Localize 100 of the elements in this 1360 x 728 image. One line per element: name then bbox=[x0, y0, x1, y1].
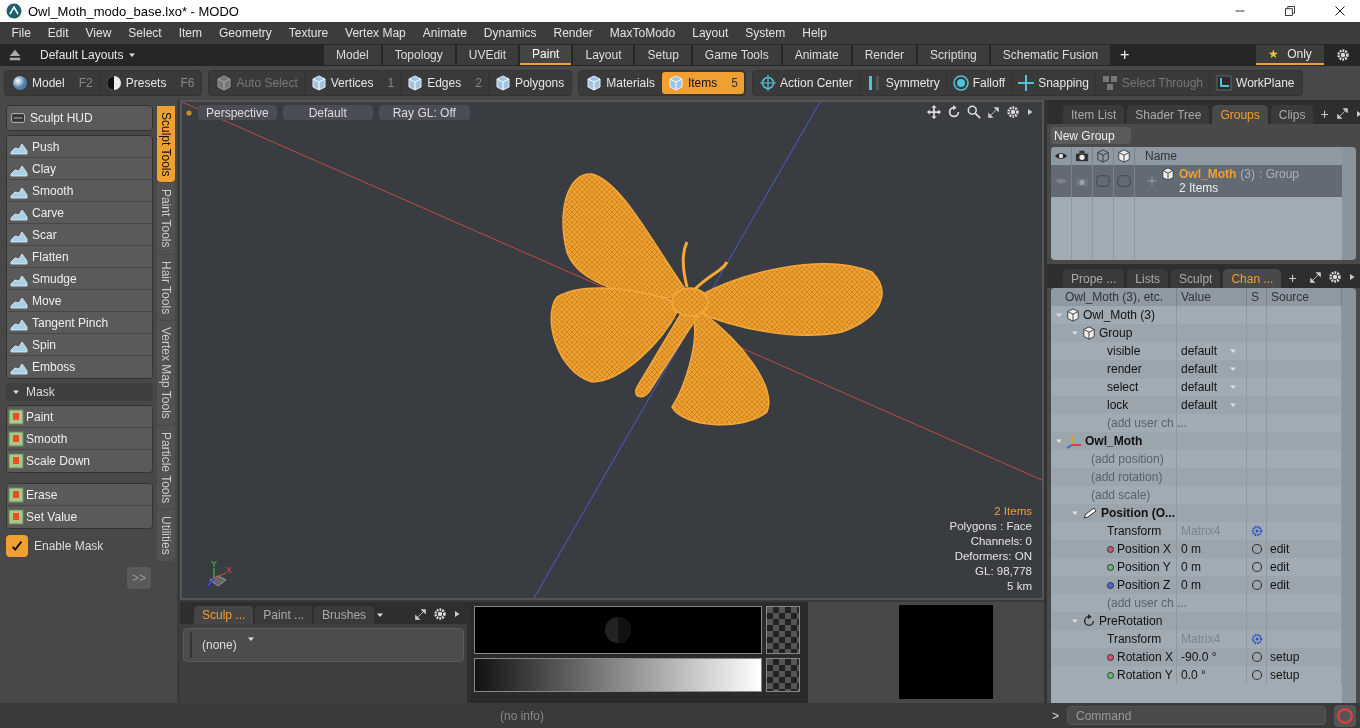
sculpt-tool-button[interactable]: Push bbox=[7, 136, 152, 158]
menu-item[interactable]: Help bbox=[793, 26, 836, 40]
panel-tab[interactable]: Paint ... bbox=[255, 606, 313, 624]
viewport-option-button[interactable]: Perspective bbox=[198, 105, 277, 120]
expand-toggle-icon[interactable] bbox=[1055, 311, 1063, 319]
mask-tool-button[interactable]: Smooth bbox=[7, 428, 152, 450]
menu-item[interactable]: View bbox=[77, 26, 120, 40]
menu-item[interactable]: Edit bbox=[39, 26, 78, 40]
toolbar-button[interactable]: Symmetry bbox=[859, 72, 947, 94]
menu-item[interactable]: MaxToModo bbox=[601, 26, 684, 40]
mask-section-header[interactable]: Mask bbox=[6, 383, 153, 401]
maximize-icon bbox=[414, 607, 427, 621]
layout-tab[interactable]: Setup bbox=[635, 45, 691, 65]
caret-icon bbox=[376, 611, 385, 619]
layout-tab[interactable]: Topology bbox=[382, 45, 455, 65]
toolbar-button[interactable]: Action Center bbox=[753, 72, 860, 94]
toolbar-button[interactable]: Falloff bbox=[946, 72, 1013, 94]
menu-item[interactable]: Item bbox=[170, 26, 211, 40]
tool-tab[interactable]: Sculpt Tools bbox=[157, 106, 175, 183]
layout-tab[interactable]: Schematic Fusion bbox=[990, 45, 1111, 65]
panel-tab[interactable]: Shader Tree bbox=[1127, 105, 1210, 124]
layouts-dropdown[interactable]: Default Layouts bbox=[40, 48, 137, 62]
mask-tool-button[interactable]: Paint bbox=[7, 406, 152, 428]
panel-tab[interactable]: Clips bbox=[1270, 105, 1314, 124]
toolbar-button[interactable]: Items 5 bbox=[661, 72, 744, 94]
sculpt-hud-button[interactable]: Sculpt HUD bbox=[7, 106, 152, 130]
menu-item[interactable]: File bbox=[3, 26, 40, 40]
command-field[interactable]: Command bbox=[1067, 706, 1326, 725]
column-header[interactable]: Source bbox=[1271, 290, 1310, 304]
layout-tab[interactable]: Layout bbox=[573, 45, 634, 65]
column-header[interactable]: S bbox=[1251, 290, 1259, 304]
column-header[interactable]: Name bbox=[1145, 149, 1177, 163]
tool-tab[interactable]: Hair Tools bbox=[157, 254, 175, 321]
viewport-option-button[interactable]: Default bbox=[282, 105, 373, 120]
menu-item[interactable]: Select bbox=[119, 26, 171, 40]
layout-tab[interactable]: Animate bbox=[782, 45, 851, 65]
layout-tab[interactable]: Game Tools bbox=[692, 45, 781, 65]
add-layout-button[interactable]: + bbox=[1112, 46, 1138, 64]
panel-tab[interactable]: Lists bbox=[1127, 269, 1169, 288]
expand-toggle-icon[interactable] bbox=[1071, 617, 1079, 625]
toolbar-button[interactable]: Edges 2 bbox=[401, 72, 489, 94]
toolbar-button[interactable]: Model F2 bbox=[6, 72, 100, 94]
menu-item[interactable]: Dynamics bbox=[475, 26, 545, 40]
scrollbar[interactable] bbox=[1342, 147, 1356, 260]
scrollbar[interactable] bbox=[1342, 288, 1356, 703]
channel-name: Position Y bbox=[1117, 560, 1171, 574]
search-icon bbox=[967, 105, 981, 119]
half-circle-icon bbox=[105, 75, 122, 91]
tool-tab[interactable]: Vertex Map Tools bbox=[157, 321, 175, 425]
gear-icon bbox=[1250, 525, 1263, 537]
viewport-option-button[interactable]: Ray GL: Off bbox=[378, 105, 470, 120]
group-item-count: 2 Items bbox=[1178, 181, 1220, 195]
toolbar-button[interactable]: Vertices 1 bbox=[304, 72, 402, 94]
layout-tab[interactable]: Scripting bbox=[918, 45, 989, 65]
record-button[interactable] bbox=[1334, 704, 1356, 727]
cube-icon bbox=[586, 75, 603, 91]
expand-toggle-icon[interactable] bbox=[1071, 329, 1079, 337]
menu-item[interactable]: Render bbox=[545, 26, 602, 40]
mask-tool-button[interactable]: Scale Down bbox=[7, 450, 152, 472]
column-header[interactable]: Value bbox=[1181, 290, 1211, 304]
enable-mask-checkbox[interactable] bbox=[6, 535, 28, 557]
panel-tab[interactable]: Sculp ... bbox=[194, 606, 254, 624]
add-tab-button[interactable]: + bbox=[1284, 270, 1301, 288]
mask-tool-button[interactable]: Set Value bbox=[7, 506, 152, 528]
toolbar-button[interactable]: Materials bbox=[580, 72, 662, 94]
layout-tab[interactable]: Model bbox=[324, 45, 381, 65]
panel-tab[interactable]: Chan ... bbox=[1223, 269, 1282, 288]
panel-tab[interactable]: Sculpt bbox=[1171, 269, 1221, 288]
toolbar-button[interactable]: Polygons bbox=[488, 72, 571, 94]
tool-tab[interactable]: Paint Tools bbox=[157, 183, 175, 254]
viewport-info-text: Channels: 0 bbox=[970, 534, 1032, 549]
toolbar-button[interactable]: Presets F6 bbox=[99, 72, 201, 94]
camera-icon bbox=[1075, 149, 1089, 163]
menu-item[interactable]: Geometry bbox=[210, 26, 281, 40]
toolbar-button[interactable]: Snapping bbox=[1012, 72, 1096, 94]
expand-toggle-icon[interactable] bbox=[1071, 509, 1079, 517]
tool-tab[interactable]: Particle Tools bbox=[157, 425, 175, 510]
panel-tab[interactable]: Prope ... bbox=[1063, 269, 1125, 288]
menu-item[interactable]: System bbox=[736, 26, 794, 40]
menu-item[interactable]: Animate bbox=[414, 26, 476, 40]
panel-tab[interactable]: Groups bbox=[1212, 105, 1268, 124]
layout-tab[interactable]: Render bbox=[852, 45, 917, 65]
toolbar-button[interactable]: WorkPlane bbox=[1210, 72, 1301, 94]
panel-tab[interactable]: Brushes bbox=[314, 606, 375, 624]
menu-item[interactable]: Layout bbox=[683, 26, 737, 40]
menu-item[interactable]: Vertex Map bbox=[336, 26, 415, 40]
settings-icon bbox=[1328, 270, 1342, 284]
layout-tab[interactable]: UVEdit bbox=[456, 45, 519, 65]
menu-item[interactable]: Texture bbox=[280, 26, 337, 40]
add-tab-button[interactable]: + bbox=[1316, 106, 1333, 124]
column-header[interactable]: Owl_Moth (3), etc. bbox=[1065, 290, 1164, 304]
brush-dropdown[interactable]: (none) bbox=[183, 628, 464, 662]
expand-toggle-icon[interactable] bbox=[1055, 437, 1063, 445]
layout-tab[interactable]: Paint bbox=[520, 45, 572, 65]
caret-icon bbox=[12, 388, 20, 396]
new-group-button[interactable]: New Group bbox=[1051, 127, 1131, 144]
mask-tool-button[interactable]: Erase bbox=[7, 484, 152, 506]
tool-tab[interactable]: Utilities bbox=[157, 510, 175, 561]
panel-tab[interactable]: Item List bbox=[1063, 105, 1125, 124]
only-filter-button[interactable]: ★ Only bbox=[1256, 45, 1324, 65]
